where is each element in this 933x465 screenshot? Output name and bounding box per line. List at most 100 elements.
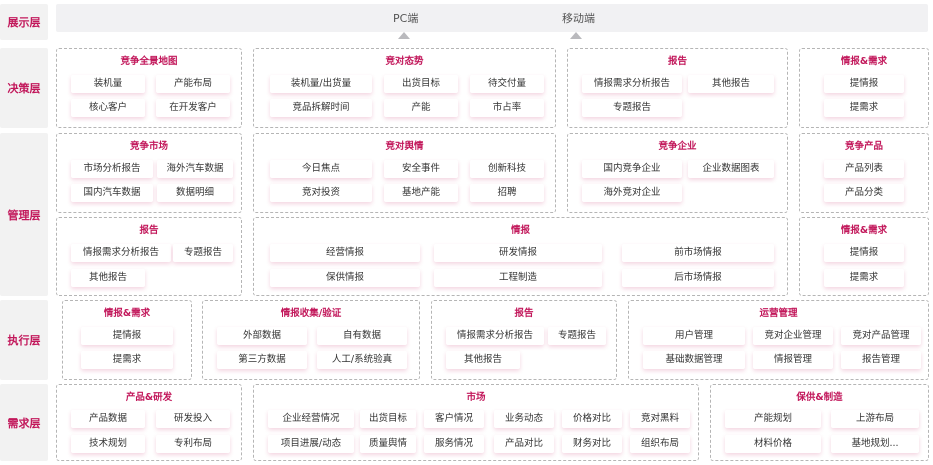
- layer-label-display: 展示层: [0, 4, 48, 40]
- item-base-capacity[interactable]: 基地产能: [384, 184, 458, 202]
- card-title: 情报: [510, 225, 530, 236]
- card-market: 市场 企业经营情况 出货目标 客户情况 业务动态 价格对比 竞对黑料 项目进展/…: [253, 384, 699, 461]
- item-user-management[interactable]: 用户管理: [643, 327, 745, 345]
- card-competitive-market: 竞争市场 市场分析报告 海外汽车数据 国内汽车数据 数据明细: [56, 133, 242, 213]
- item-aftermarket-intel[interactable]: 后市场情报: [622, 269, 774, 287]
- item-developing-customers[interactable]: 在开发客户: [156, 99, 230, 117]
- card-competitor-sentiment: 竞对舆情 今日焦点 安全事件 创新科技 竞对投资 基地产能 招聘: [253, 133, 556, 213]
- item-teardown-time[interactable]: 竞品拆解时间: [270, 99, 372, 117]
- item-upstream-layout[interactable]: 上游布局: [831, 410, 919, 428]
- item-organization-layout[interactable]: 组织布局: [630, 435, 690, 453]
- item-submit-demand[interactable]: 提需求: [824, 99, 904, 117]
- item-domestic-auto-data[interactable]: 国内汽车数据: [71, 184, 153, 202]
- item-shipments[interactable]: 装机量/出货量: [270, 75, 372, 93]
- item-product-list[interactable]: 产品列表: [824, 160, 904, 178]
- card-intel-demand-management: 情报&需求 提情报 提需求: [799, 217, 929, 296]
- item-own-data[interactable]: 自有数据: [317, 327, 407, 345]
- item-competitor-negatives[interactable]: 竞对黑料: [630, 410, 690, 428]
- item-submit-demand[interactable]: 提需求: [81, 351, 173, 369]
- pc-label[interactable]: PC端: [393, 10, 418, 26]
- item-intel-management[interactable]: 情报管理: [753, 351, 833, 369]
- item-engineering-manufacturing[interactable]: 工程制造: [434, 269, 602, 287]
- item-customer-status[interactable]: 客户情况: [424, 410, 484, 428]
- item-project-progress[interactable]: 项目进展/动态: [268, 435, 354, 453]
- item-competitor-product-mgmt[interactable]: 竞对产品管理: [841, 327, 921, 345]
- item-tech-planning[interactable]: 技术规划: [71, 435, 145, 453]
- item-recruitment[interactable]: 招聘: [470, 184, 544, 202]
- item-business-operations[interactable]: 企业经营情况: [268, 410, 354, 428]
- card-competition-map: 竞争全景地图 装机量 产能布局 核心客户 在开发客户: [56, 48, 242, 128]
- item-supply-intel[interactable]: 保供情报: [270, 269, 420, 287]
- mobile-label[interactable]: 移动端: [562, 10, 595, 26]
- card-intelligence: 情报 经营情报 研发情报 前市场情报 保供情报 工程制造 后市场情报: [253, 217, 788, 296]
- item-business-intel[interactable]: 经营情报: [270, 244, 420, 262]
- card-title: 竞对态势: [385, 56, 424, 67]
- item-special-report[interactable]: 专题报告: [548, 327, 606, 345]
- layer-label-decision: 决策层: [0, 48, 48, 128]
- item-capacity[interactable]: 产能: [384, 99, 458, 117]
- item-service-status[interactable]: 服务情况: [424, 435, 484, 453]
- card-title: 竞争市场: [129, 141, 168, 152]
- item-base-data-mgmt[interactable]: 基础数据管理: [643, 351, 745, 369]
- item-pending-delivery[interactable]: 待交付量: [470, 75, 544, 93]
- item-business-updates[interactable]: 业务动态: [494, 410, 554, 428]
- item-intel-demand-report[interactable]: 情报需求分析报告: [582, 75, 682, 93]
- item-overseas-competitors[interactable]: 海外竞对企业: [582, 184, 682, 202]
- item-rd-investment[interactable]: 研发投入: [156, 410, 230, 428]
- item-other-reports[interactable]: 其他报告: [688, 75, 774, 93]
- item-material-price[interactable]: 材料价格: [725, 435, 821, 453]
- item-submit-intel[interactable]: 提情报: [824, 244, 904, 262]
- item-other-reports[interactable]: 其他报告: [71, 269, 145, 287]
- item-today-focus[interactable]: 今日焦点: [270, 160, 372, 178]
- item-report-management[interactable]: 报告管理: [841, 351, 921, 369]
- item-front-market-intel[interactable]: 前市场情报: [622, 244, 774, 262]
- item-innovation-tech[interactable]: 创新科技: [470, 160, 544, 178]
- item-other-reports[interactable]: 其他报告: [446, 351, 520, 369]
- card-title: 报告: [139, 225, 159, 236]
- item-rd-intel[interactable]: 研发情报: [434, 244, 602, 262]
- item-submit-demand[interactable]: 提需求: [824, 269, 904, 287]
- item-safety-events[interactable]: 安全事件: [384, 160, 458, 178]
- item-capacity-planning[interactable]: 产能规划: [725, 410, 821, 428]
- item-intel-demand-report[interactable]: 情报需求分析报告: [446, 327, 544, 345]
- card-title: 情报&需求: [840, 225, 888, 236]
- item-patent-layout[interactable]: 专利布局: [156, 435, 230, 453]
- item-market-share[interactable]: 市占率: [470, 99, 544, 117]
- item-financial-comparison[interactable]: 财务对比: [562, 435, 622, 453]
- item-core-customers[interactable]: 核心客户: [71, 99, 145, 117]
- display-bar: PC端 移动端: [56, 4, 928, 32]
- item-overseas-auto-data[interactable]: 海外汽车数据: [157, 160, 233, 178]
- item-external-data[interactable]: 外部数据: [217, 327, 307, 345]
- item-special-report[interactable]: 专题报告: [173, 244, 233, 262]
- item-third-party-data[interactable]: 第三方数据: [217, 351, 307, 369]
- item-product-comparison[interactable]: 产品对比: [494, 435, 554, 453]
- item-special-report[interactable]: 专题报告: [582, 99, 682, 117]
- item-product-data[interactable]: 产品数据: [71, 410, 145, 428]
- item-shipment-target[interactable]: 出货目标: [360, 410, 416, 428]
- item-competitor-company-mgmt[interactable]: 竞对企业管理: [753, 327, 833, 345]
- card-intel-collection-verification: 情报收集/验证 外部数据 自有数据 第三方数据 人工/系统验真: [202, 300, 420, 380]
- item-capacity-layout[interactable]: 产能布局: [156, 75, 230, 93]
- card-title: 保供&制造: [796, 392, 843, 403]
- item-base-planning[interactable]: 基地规划...: [831, 435, 919, 453]
- card-competing-products: 竞争产品 产品列表 产品分类: [799, 133, 929, 213]
- layer-label-execution: 执行层: [0, 300, 48, 380]
- item-quality-sentiment[interactable]: 质量舆情: [360, 435, 416, 453]
- item-shipment-target[interactable]: 出货目标: [384, 75, 458, 93]
- item-market-analysis-report[interactable]: 市场分析报告: [71, 160, 153, 178]
- item-manual-system-verify[interactable]: 人工/系统验真: [317, 351, 407, 369]
- item-installed-capacity[interactable]: 装机量: [71, 75, 145, 93]
- card-title: 市场: [466, 392, 486, 403]
- card-title: 竞争全景地图: [120, 56, 178, 67]
- card-title: 竞对舆情: [385, 141, 424, 152]
- item-competitor-investment[interactable]: 竞对投资: [270, 184, 372, 202]
- item-intel-demand-report[interactable]: 情报需求分析报告: [71, 244, 171, 262]
- item-domestic-competitors[interactable]: 国内竞争企业: [582, 160, 682, 178]
- item-company-charts[interactable]: 企业数据图表: [688, 160, 774, 178]
- item-data-details[interactable]: 数据明细: [157, 184, 233, 202]
- item-product-category[interactable]: 产品分类: [824, 184, 904, 202]
- item-submit-intel[interactable]: 提情报: [81, 327, 173, 345]
- item-price-comparison[interactable]: 价格对比: [562, 410, 622, 428]
- card-intel-demand-decision: 情报&需求 提情报 提需求: [799, 48, 929, 128]
- item-submit-intel[interactable]: 提情报: [824, 75, 904, 93]
